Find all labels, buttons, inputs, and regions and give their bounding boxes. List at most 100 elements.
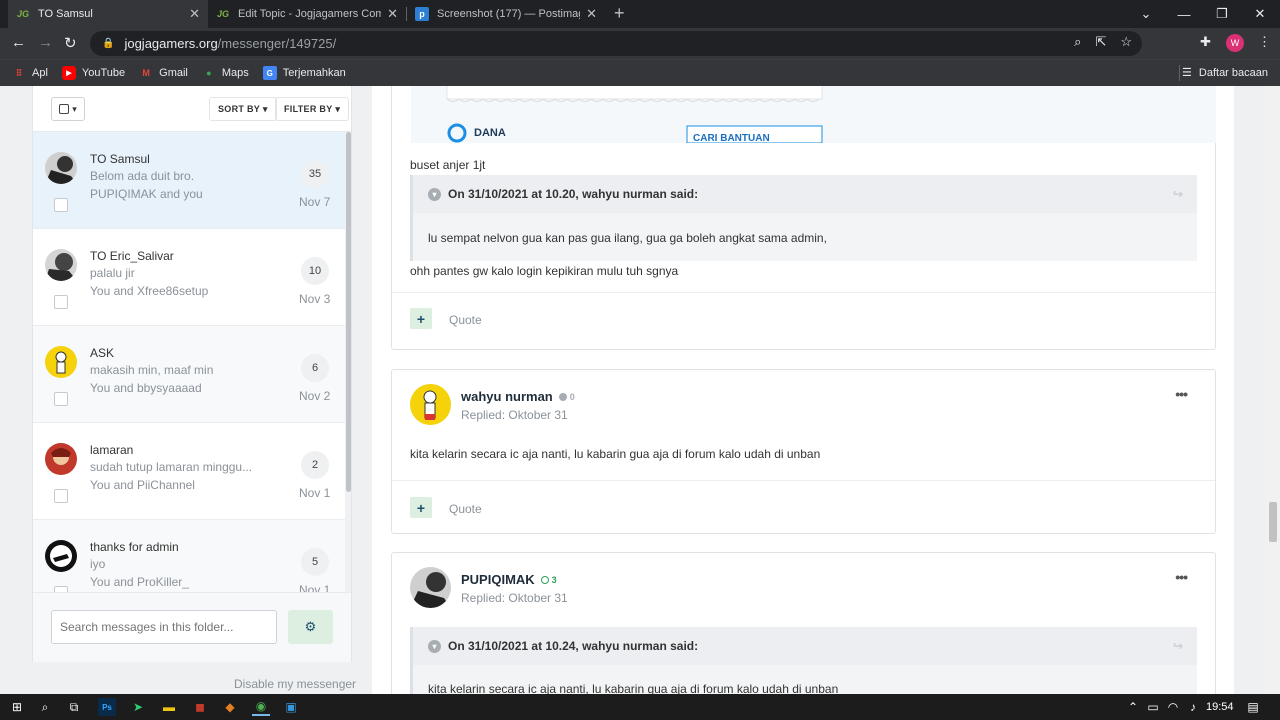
conversation-participants: You and ProKiller_: [90, 575, 189, 589]
bookmark-maps[interactable]: ● Maps: [202, 66, 249, 80]
share-arrow-icon[interactable]: ↪: [1173, 639, 1183, 653]
page-scrollbar[interactable]: [1266, 86, 1280, 694]
bookmark-label: YouTube: [81, 67, 126, 79]
file-explorer-icon[interactable]: ▬: [160, 698, 178, 716]
avatar-image: [45, 346, 77, 378]
author-avatar[interactable]: [410, 384, 451, 425]
reload-icon[interactable]: ↻: [64, 34, 77, 52]
forward-arrow-icon[interactable]: →: [38, 34, 53, 51]
conversation-checkbox[interactable]: [54, 489, 68, 503]
address-bar-actions: ⌕ ⇱ ☆: [1074, 34, 1132, 50]
tab-to-samsul[interactable]: JG TO Samsul ✕: [8, 0, 208, 28]
bookmarks-bar: ⠿ Apl ▶ YouTube M Gmail ● Maps G Terjema…: [0, 59, 1280, 86]
zoom-icon[interactable]: ⌕: [1074, 34, 1081, 50]
quote-header[interactable]: ▾ On 31/10/2021 at 10.24, wahyu nurman s…: [413, 627, 1197, 665]
game-app-icon[interactable]: ◼: [191, 698, 209, 716]
post-options-menu-icon[interactable]: •••: [1175, 569, 1188, 585]
messenger-settings-button[interactable]: ⚙: [288, 610, 333, 644]
post-author[interactable]: wahyu nurman 0: [461, 389, 575, 404]
author-name[interactable]: PUPIQIMAK: [461, 572, 535, 587]
bookmark-label: Apl: [32, 67, 48, 79]
tab-title: Screenshot (177) — Postimages: [437, 8, 581, 20]
reply-count-badge: 6: [301, 354, 329, 382]
tab-edit-topic[interactable]: JG Edit Topic - Jogjagamers Commu ✕: [208, 0, 406, 28]
minimize-icon[interactable]: —: [1165, 0, 1203, 28]
quote-header[interactable]: ▾ On 31/10/2021 at 10.20, wahyu nurman s…: [413, 175, 1197, 213]
battery-icon[interactable]: ▭: [1144, 698, 1162, 716]
reply-count-badge: 10: [301, 257, 329, 285]
quote-button[interactable]: Quote: [449, 313, 482, 327]
post-text: buset anjer 1jt: [410, 158, 486, 172]
author-avatar[interactable]: [410, 567, 451, 608]
quote-block: ▾ On 31/10/2021 at 10.24, wahyu nurman s…: [410, 627, 1197, 694]
conversation-checkbox[interactable]: [54, 392, 68, 406]
address-bar[interactable]: 🔒 jogjagamers.org/messenger/149725/ ⌕ ⇱ …: [90, 31, 1142, 56]
close-tab-icon[interactable]: ✕: [387, 6, 398, 22]
reputation-positive-icon: [540, 575, 549, 584]
task-view-icon[interactable]: ⧉: [65, 698, 83, 716]
messenger-sidebar: ▾ SORT BY ▾ FILTER BY ▾ TO Samsul Belom …: [32, 86, 352, 662]
back-arrow-icon[interactable]: ←: [11, 34, 26, 51]
notification-icon[interactable]: ▤: [1244, 698, 1262, 716]
windows-start-icon[interactable]: ⊞: [8, 698, 26, 716]
wifi-icon[interactable]: ◠: [1164, 698, 1182, 716]
tab-postimages[interactable]: p Screenshot (177) — Postimages ✕: [407, 0, 605, 28]
taskbar-clock[interactable]: 19:54: [1206, 701, 1234, 713]
close-tab-icon[interactable]: ✕: [189, 6, 200, 22]
sort-by-button[interactable]: SORT BY ▾: [209, 97, 277, 121]
kebab-menu-icon[interactable]: ⋮: [1258, 34, 1271, 50]
select-all-dropdown[interactable]: ▾: [51, 97, 85, 121]
multiquote-add-button[interactable]: +: [410, 308, 432, 329]
bookmark-apps[interactable]: ⠿ Apl: [12, 66, 48, 80]
game-launcher-icon[interactable]: ◆: [221, 698, 239, 716]
disable-messenger-link[interactable]: Disable my messenger: [234, 677, 356, 691]
new-tab-icon[interactable]: +: [614, 3, 625, 24]
message-post: DANA CARI BANTUAN buset anjer 1jt ▾ On 3…: [391, 86, 1216, 350]
conversation-item[interactable]: lamaran sudah tutup lamaran minggu... Yo…: [33, 423, 345, 520]
reply-count-badge: 5: [301, 548, 329, 576]
photoshop-icon[interactable]: Ps: [98, 698, 116, 716]
conversation-item[interactable]: thanks for admin iyo You and ProKiller_ …: [33, 520, 345, 592]
caret-down-icon: ▾: [72, 103, 77, 114]
conversation-item[interactable]: ASK makasih min, maaf min You and bbysya…: [33, 326, 345, 423]
bookmark-star-icon[interactable]: ☆: [1120, 34, 1132, 50]
conversation-item[interactable]: TO Samsul Belom ada duit bro. PUPIQIMAK …: [33, 132, 345, 229]
close-window-icon[interactable]: ✕: [1241, 0, 1279, 28]
tray-chevron-up-icon[interactable]: ⌃: [1124, 698, 1142, 716]
tab-search-chevron-icon[interactable]: ⌄: [1127, 0, 1165, 28]
close-tab-icon[interactable]: ✕: [586, 6, 597, 22]
conversation-item[interactable]: TO Eric_Salivar palalu jir You and Xfree…: [33, 229, 345, 326]
post-options-menu-icon[interactable]: •••: [1175, 386, 1188, 402]
multiquote-add-button[interactable]: +: [410, 497, 432, 518]
page-scrollbar-thumb[interactable]: [1269, 502, 1277, 542]
conversation-list-scrollbar[interactable]: [345, 132, 351, 592]
reading-list-button[interactable]: ☰ Daftar bacaan: [1182, 66, 1268, 80]
reply-count-badge: 35: [301, 160, 329, 188]
quote-text: kita kelarin secara ic aja nanti, lu kab…: [428, 682, 839, 694]
bookmark-translate[interactable]: G Terjemahkan: [262, 66, 346, 80]
quote-button[interactable]: Quote: [449, 502, 482, 516]
page-content: ▾ SORT BY ▾ FILTER BY ▾ TO Samsul Belom …: [0, 86, 1280, 694]
message-post: PUPIQIMAK 3 Replied: Oktober 31 ••• ▾ On…: [391, 552, 1216, 694]
avatar: [45, 540, 77, 572]
filter-by-button[interactable]: FILTER BY ▾: [275, 97, 350, 121]
bookmark-gmail[interactable]: M Gmail: [139, 66, 187, 80]
scrollbar-thumb[interactable]: [346, 132, 351, 492]
chrome-icon[interactable]: ◉: [252, 698, 270, 716]
share-arrow-icon[interactable]: ↪: [1173, 187, 1183, 201]
bookmark-youtube[interactable]: ▶ YouTube: [61, 66, 126, 80]
desktop-app-icon[interactable]: ▣: [282, 698, 300, 716]
share-icon[interactable]: ⇱: [1095, 34, 1106, 50]
profile-avatar[interactable]: W: [1226, 34, 1244, 52]
author-name[interactable]: wahyu nurman: [461, 389, 553, 404]
maximize-icon[interactable]: ❐: [1203, 0, 1241, 28]
search-icon[interactable]: ⌕: [36, 698, 54, 716]
volume-icon[interactable]: ♪: [1184, 698, 1202, 716]
extensions-puzzle-icon[interactable]: ✚: [1200, 34, 1211, 50]
search-messages-input[interactable]: [51, 610, 277, 644]
conversation-checkbox[interactable]: [54, 198, 68, 212]
app-arrow-icon[interactable]: ➤: [129, 698, 147, 716]
conversation-preview: makasih min, maaf min: [90, 363, 214, 377]
conversation-checkbox[interactable]: [54, 295, 68, 309]
post-author[interactable]: PUPIQIMAK 3: [461, 572, 557, 587]
